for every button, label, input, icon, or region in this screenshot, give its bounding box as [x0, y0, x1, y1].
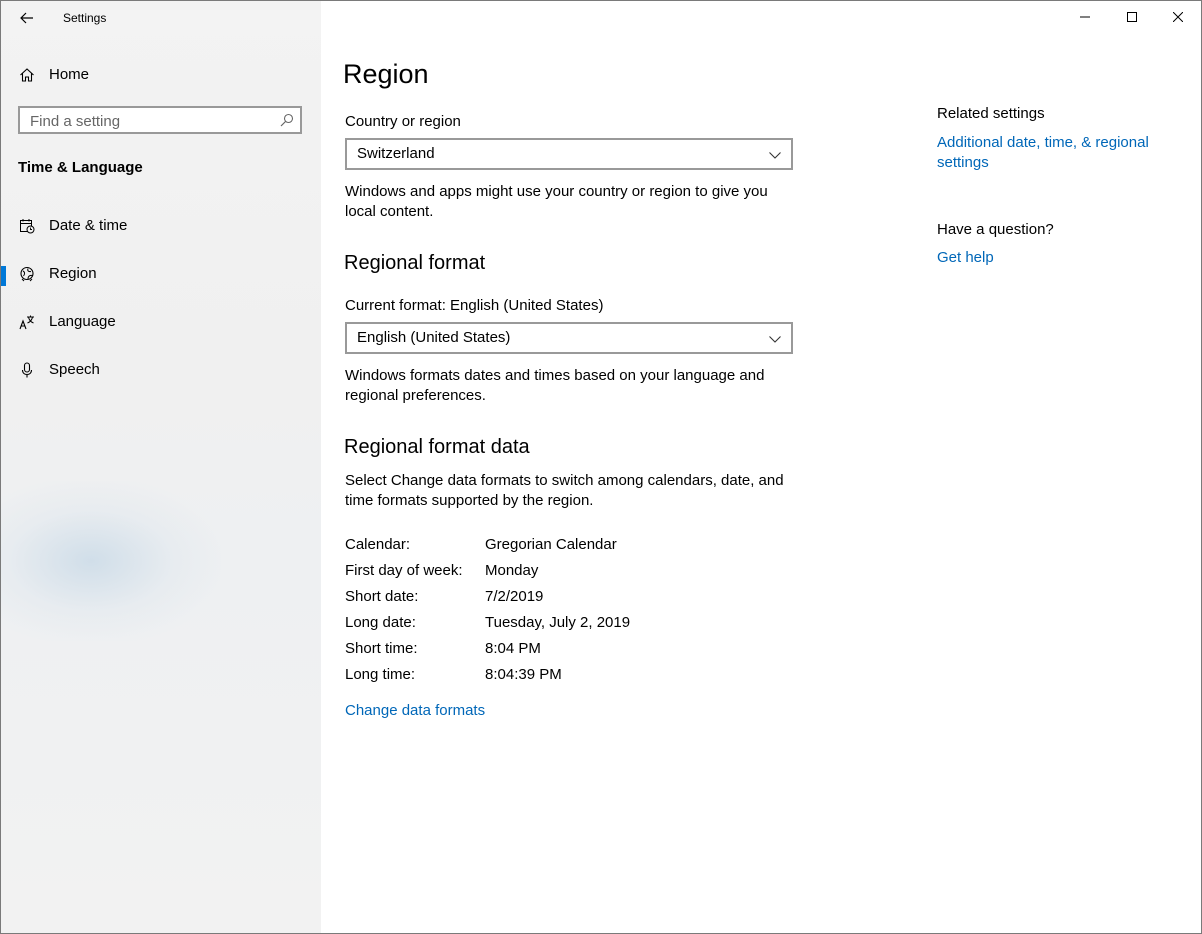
search-placeholder: Find a setting [30, 113, 121, 130]
additional-regional-settings-link[interactable]: Additional date, time, & regional settin… [937, 133, 1177, 173]
search-icon[interactable] [280, 113, 294, 127]
sidebar-item-label: Speech [49, 361, 100, 378]
format-value: Tuesday, July 2, 2019 [485, 614, 631, 631]
search-input[interactable]: Find a setting [18, 106, 302, 134]
format-key: Long time: [345, 666, 416, 683]
back-button[interactable] [11, 5, 43, 31]
sidebar-item-language[interactable]: Language [1, 300, 321, 344]
format-key: Short time: [345, 640, 418, 657]
main-content: Region Country or region Switzerland Win… [321, 1, 1201, 933]
sidebar-item-label: Language [49, 313, 116, 330]
home-icon [20, 68, 34, 82]
section-title: Time & Language [18, 159, 143, 176]
regional-format-value: English (United States) [357, 329, 511, 346]
sidebar: Settings Home Find a setting Time & Lang… [1, 1, 321, 933]
country-dropdown[interactable]: Switzerland [345, 138, 793, 170]
format-key: First day of week: [345, 562, 463, 579]
country-value: Switzerland [357, 145, 435, 162]
home-nav-item[interactable]: Home [1, 59, 321, 91]
format-key: Short date: [345, 588, 419, 605]
question-heading: Have a question? [937, 221, 1054, 238]
microphone-icon [21, 362, 33, 378]
get-help-link[interactable]: Get help [937, 249, 994, 266]
regional-format-dropdown[interactable]: English (United States) [345, 322, 793, 354]
format-data-description: Select Change data formats to switch amo… [345, 472, 784, 509]
format-value: Monday [485, 562, 539, 579]
related-settings-heading: Related settings [937, 105, 1045, 122]
sidebar-item-label: Region [49, 265, 97, 282]
sidebar-item-label: Date & time [49, 217, 128, 234]
change-data-formats-link[interactable]: Change data formats [345, 702, 485, 719]
app-title: Settings [63, 11, 107, 25]
format-key: Calendar: [345, 536, 411, 553]
settings-window: Settings Home Find a setting Time & Lang… [0, 0, 1202, 934]
sidebar-item-region[interactable]: Region [1, 252, 321, 296]
page-title: Region [343, 59, 429, 89]
chevron-down-icon [769, 336, 781, 343]
calendar-clock-icon [20, 219, 35, 234]
selection-indicator [1, 266, 6, 286]
format-value: Gregorian Calendar [485, 536, 617, 553]
back-arrow-icon [20, 12, 33, 24]
regional-format-data-heading: Regional format data [344, 436, 530, 458]
regional-format-description: Windows formats dates and times based on… [345, 367, 765, 404]
current-format-label: Current format: English (United States) [345, 297, 604, 314]
sidebar-item-date-time[interactable]: Date & time [1, 204, 321, 248]
sidebar-item-speech[interactable]: Speech [1, 348, 321, 392]
format-value: 8:04 PM [485, 640, 541, 657]
country-label: Country or region [345, 113, 461, 130]
chevron-down-icon [769, 152, 781, 159]
country-description: Windows and apps might use your country … [345, 183, 768, 220]
language-icon [19, 315, 34, 330]
format-value: 7/2/2019 [485, 588, 544, 605]
regional-format-heading: Regional format [344, 252, 486, 274]
format-value: 8:04:39 PM [485, 666, 562, 683]
globe-icon [20, 266, 34, 282]
format-key: Long date: [345, 614, 416, 631]
home-label: Home [49, 66, 90, 83]
